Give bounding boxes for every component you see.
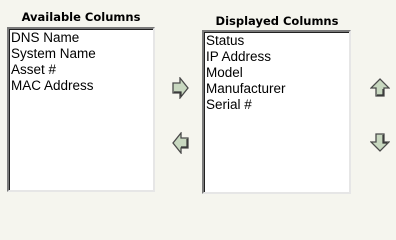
- move-up-button[interactable]: [370, 78, 390, 98]
- remove-column-button[interactable]: [172, 132, 189, 154]
- available-columns-list[interactable]: DNS Name System Name Asset # MAC Address: [7, 27, 155, 192]
- displayed-columns-heading: Displayed Columns: [215, 14, 339, 28]
- available-columns-heading: Available Columns: [21, 10, 141, 24]
- list-item[interactable]: MAC Address: [11, 78, 153, 94]
- list-item[interactable]: Model: [206, 65, 349, 81]
- add-column-button[interactable]: [172, 77, 189, 99]
- arrow-left-icon: [172, 132, 189, 154]
- list-item[interactable]: DNS Name: [11, 30, 153, 46]
- arrow-right-icon: [172, 77, 189, 99]
- arrow-up-icon: [370, 78, 390, 98]
- list-item[interactable]: Asset #: [11, 62, 153, 78]
- list-item[interactable]: System Name: [11, 46, 153, 62]
- list-item[interactable]: IP Address: [206, 49, 349, 65]
- displayed-columns-list[interactable]: Status IP Address Model Manufacturer Ser…: [202, 30, 351, 194]
- list-item[interactable]: Status: [206, 33, 349, 49]
- move-down-button[interactable]: [370, 132, 390, 152]
- list-item[interactable]: Manufacturer: [206, 81, 349, 97]
- arrow-down-icon: [370, 132, 390, 152]
- list-item[interactable]: Serial #: [206, 97, 349, 113]
